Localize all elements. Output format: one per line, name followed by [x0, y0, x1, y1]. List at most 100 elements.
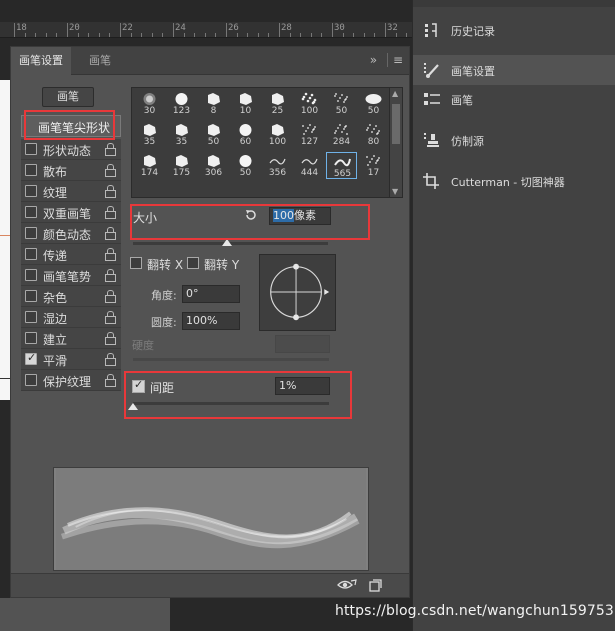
lock-icon[interactable]	[105, 248, 116, 261]
ruler-tick	[321, 33, 323, 37]
brush-preset-cell[interactable]: 127	[294, 121, 325, 148]
brush-preset-cell[interactable]: 123	[166, 90, 197, 117]
option-checkbox[interactable]	[25, 248, 37, 260]
brush-preset-cell[interactable]: 60	[230, 121, 261, 148]
brush-option-row[interactable]: 双重画笔	[21, 202, 121, 223]
brush-option-row[interactable]: 形状动态	[21, 139, 121, 160]
brush-size-number: 444	[300, 168, 319, 178]
brush-preset-cell[interactable]: 8	[198, 90, 229, 117]
ruler-tick	[151, 33, 153, 37]
option-label: 散布	[43, 165, 68, 179]
option-checkbox[interactable]	[25, 374, 37, 386]
brush-preset-cell[interactable]: 565	[326, 152, 357, 179]
brush-option-row[interactable]: 颜色动态	[21, 223, 121, 244]
panel-menu-icon[interactable]: ≡	[386, 53, 403, 67]
new-brush-icon[interactable]	[369, 579, 382, 592]
brush-preset-cell[interactable]: 50	[198, 121, 229, 148]
brush-preset-cell[interactable]: 25	[262, 90, 293, 117]
side-item-brush-settings[interactable]: 画笔设置	[413, 55, 615, 85]
option-checkbox[interactable]	[25, 164, 37, 176]
brush-tip-icon	[239, 124, 252, 136]
brush-preset-cell[interactable]: 30	[134, 90, 165, 117]
brush-option-row[interactable]: 画笔笔势	[21, 265, 121, 286]
brush-preset-cell[interactable]: 100	[294, 90, 325, 117]
option-checkbox[interactable]	[25, 269, 37, 281]
lock-icon[interactable]	[105, 227, 116, 240]
brush-preset-cell[interactable]: 100	[262, 121, 293, 148]
lock-icon[interactable]	[105, 311, 116, 324]
angle-input[interactable]: 0°	[182, 285, 240, 303]
tab-brush-settings[interactable]: 画笔设置	[11, 47, 71, 75]
brush-tip-icon	[144, 155, 156, 167]
brush-preset-cell[interactable]: 175	[166, 152, 197, 179]
brush-preset-cell[interactable]: 356	[262, 152, 293, 179]
ruler-tick	[194, 33, 196, 37]
size-slider-thumb[interactable]	[221, 239, 232, 246]
lock-icon[interactable]	[105, 269, 116, 282]
brush-option-row[interactable]: 湿边	[21, 307, 121, 328]
brush-preset-cell[interactable]: 10	[230, 90, 261, 117]
option-label: 平滑	[43, 354, 68, 368]
brush-preset-cell[interactable]: 35	[166, 121, 197, 148]
brush-option-row[interactable]: 杂色	[21, 286, 121, 307]
brush-option-row[interactable]: 建立	[21, 328, 121, 349]
lock-icon[interactable]	[105, 332, 116, 345]
ruler-tick	[130, 33, 132, 37]
panel-bottom-bar	[11, 573, 409, 597]
lock-icon[interactable]	[105, 353, 116, 366]
brush-preset-cell[interactable]: 306	[198, 152, 229, 179]
brush-option-row[interactable]: 纹理	[21, 181, 121, 202]
brush-preset-cell[interactable]: 50	[230, 152, 261, 179]
brush-preset-cell[interactable]: 50	[326, 90, 357, 117]
option-checkbox[interactable]	[25, 206, 37, 218]
eye-cycle-icon[interactable]	[337, 578, 357, 592]
scroll-down-icon[interactable]: ▼	[392, 187, 398, 196]
flip-y-checkbox[interactable]	[187, 257, 199, 269]
side-item-cutterman[interactable]: Cutterman - 切图神器	[413, 166, 615, 196]
brush-option-row[interactable]: 保护纹理	[21, 370, 121, 391]
brush-option-row[interactable]: 传递	[21, 244, 121, 265]
flip-x-checkbox[interactable]	[130, 257, 142, 269]
stroke-preview	[53, 467, 369, 571]
lock-icon[interactable]	[105, 206, 116, 219]
brush-preset-cell[interactable]: 444	[294, 152, 325, 179]
scroll-thumb[interactable]	[392, 104, 400, 144]
side-item-history[interactable]: 历史记录	[413, 15, 615, 45]
roundness-input[interactable]: 100%	[182, 312, 240, 330]
lock-icon[interactable]	[105, 290, 116, 303]
option-label: 双重画笔	[43, 207, 92, 221]
scroll-up-icon[interactable]: ▲	[392, 89, 398, 98]
lock-icon[interactable]	[105, 374, 116, 387]
option-checkbox[interactable]	[25, 227, 37, 239]
brush-preset-cell[interactable]: 174	[134, 152, 165, 179]
brush-preset-cell[interactable]: 50	[358, 90, 389, 117]
brush-size-number: 30	[143, 106, 156, 116]
ruler-tick	[183, 33, 185, 37]
lock-icon[interactable]	[105, 185, 116, 198]
ruler-number: 30	[334, 23, 345, 33]
preset-scrollbar[interactable]: ▲ ▼	[389, 87, 403, 198]
ruler-tick	[247, 33, 249, 37]
brush-option-row[interactable]: 散布	[21, 160, 121, 181]
collapse-icon[interactable]: »	[370, 53, 377, 67]
option-checkbox[interactable]	[25, 143, 37, 155]
brush-preset-cell[interactable]: 35	[134, 121, 165, 148]
brush-preset-cell[interactable]: 17	[358, 152, 389, 179]
ruler-tick	[385, 23, 386, 37]
option-checkbox[interactable]	[25, 351, 37, 365]
side-item-clone-source[interactable]: 仿制源	[413, 125, 615, 155]
brush-option-row[interactable]: 平滑	[21, 349, 121, 370]
angle-roundness-widget[interactable]	[259, 254, 336, 331]
option-checkbox[interactable]	[25, 332, 37, 344]
option-checkbox[interactable]	[25, 311, 37, 323]
ruler-tick	[342, 33, 344, 37]
lock-icon[interactable]	[105, 164, 116, 177]
lock-icon[interactable]	[105, 143, 116, 156]
option-checkbox[interactable]	[25, 290, 37, 302]
brush-presets-button[interactable]: 画笔	[42, 87, 94, 107]
side-item-brush[interactable]: 画笔	[413, 84, 615, 114]
tab-brush[interactable]: 画笔	[81, 47, 119, 75]
option-checkbox[interactable]	[25, 185, 37, 197]
brush-preset-cell[interactable]: 284	[326, 121, 357, 148]
brush-preset-cell[interactable]: 80	[358, 121, 389, 148]
